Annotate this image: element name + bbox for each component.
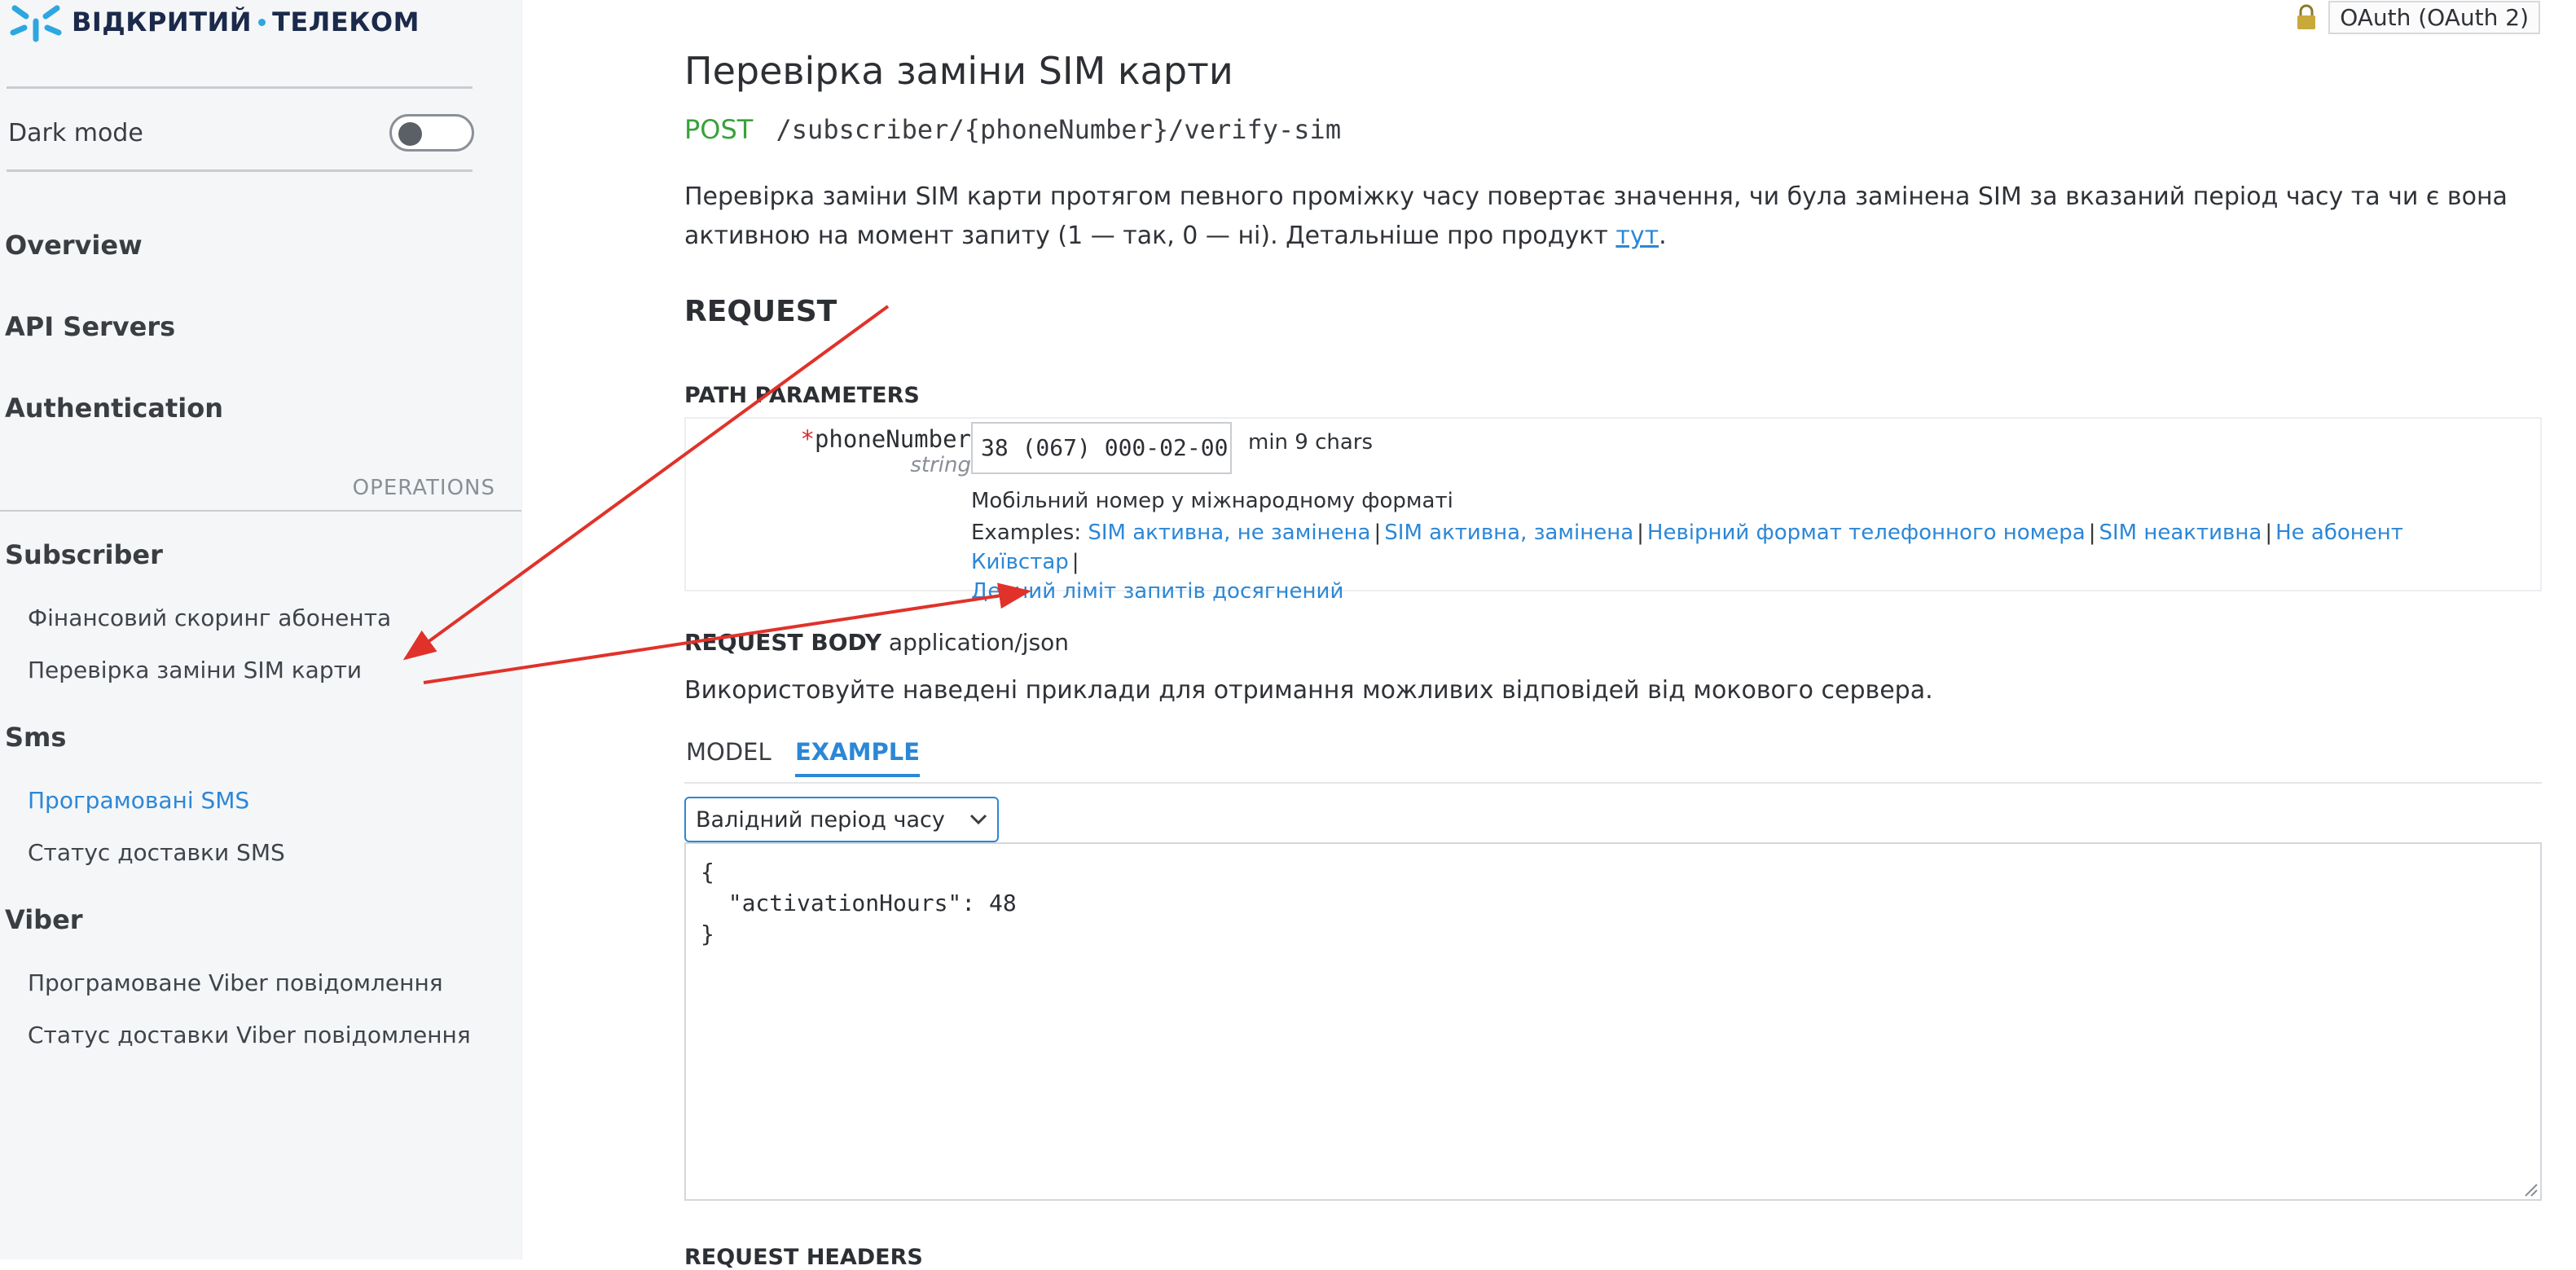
- request-body-label: REQUEST BODY application/json: [684, 629, 1069, 656]
- request-body-content-type: application/json: [888, 629, 1070, 656]
- dark-mode-label: Dark mode: [8, 118, 143, 147]
- brand-logo[interactable]: ВІДКРИТИЙ ТЕЛЕКОМ: [10, 0, 420, 44]
- param-name: *phoneNumber: [800, 425, 971, 453]
- operations-divider: [0, 510, 521, 512]
- example-code-editor[interactable]: { "activationHours": 48 }: [684, 842, 2542, 1201]
- logo-text: ВІДКРИТИЙ ТЕЛЕКОМ: [72, 7, 420, 37]
- endpoint: POST /subscriber/{phoneNumber}/verify-si…: [684, 114, 1341, 145]
- request-headers-label: REQUEST HEADERS: [684, 1245, 923, 1270]
- toggle-knob: [398, 122, 422, 146]
- example-link[interactable]: SIM неактивна: [2099, 521, 2262, 545]
- nav-overview[interactable]: Overview: [5, 230, 143, 261]
- chevron-down-icon: [969, 814, 987, 825]
- sidebar-item-programmed-viber[interactable]: Програмоване Viber повідомлення: [28, 969, 443, 996]
- body-tabs: MODEL EXAMPLE: [684, 738, 2542, 784]
- logo-dot: [258, 18, 266, 26]
- sidebar-item-programmed-sms[interactable]: Програмовані SMS: [28, 787, 249, 814]
- resize-handle-icon[interactable]: [2522, 1181, 2539, 1197]
- sidebar-divider: [7, 86, 473, 89]
- logo-text-left: ВІДКРИТИЙ: [72, 7, 253, 37]
- param-description: Мобільний номер у міжнародному форматі: [971, 489, 1453, 513]
- group-subscriber[interactable]: Subscriber: [5, 539, 163, 570]
- operation-description: Перевірка заміни SIM карти протягом певн…: [684, 178, 2558, 256]
- example-link[interactable]: SIM активна, не замінена: [1088, 521, 1370, 545]
- sidebar-item-sms-delivery-status[interactable]: Статус доставки SMS: [28, 839, 285, 866]
- param-name-text: phoneNumber: [814, 425, 971, 453]
- example-code: { "activationHours": 48 }: [701, 859, 1017, 947]
- dark-mode-row: Dark mode: [8, 114, 474, 152]
- sidebar-divider: [7, 169, 473, 172]
- sidebar-item-financial-scoring[interactable]: Фінансовий скоринг абонента: [28, 604, 391, 631]
- example-select[interactable]: Валідний період часу: [684, 797, 999, 842]
- group-viber[interactable]: Viber: [5, 904, 83, 935]
- description-text: Перевірка заміни SIM карти протягом певн…: [684, 182, 2508, 250]
- sidebar-item-viber-delivery-status[interactable]: Статус доставки Viber повідомлення: [28, 1022, 471, 1048]
- group-sms[interactable]: Sms: [5, 722, 66, 753]
- nav-authentication[interactable]: Authentication: [5, 393, 223, 424]
- required-mark: *: [800, 425, 815, 453]
- param-name-block: *phoneNumber string: [800, 425, 971, 477]
- description-end: .: [1659, 222, 1667, 250]
- tab-model[interactable]: MODEL: [686, 738, 771, 766]
- logo-text-right: ТЕЛЕКОМ: [272, 7, 420, 37]
- example-select-value: Валідний період часу: [696, 806, 945, 833]
- sidebar: ВІДКРИТИЙ ТЕЛЕКОМ Dark mode Overview API…: [0, 0, 522, 1259]
- example-link[interactable]: Невірний формат телефонного номера: [1647, 521, 2086, 545]
- param-examples: Examples: SIM активна, не замінена | SIM а…: [971, 521, 2403, 604]
- sidebar-item-verify-sim[interactable]: Перевірка заміни SIM карти: [28, 657, 362, 683]
- operation-title: Перевірка заміни SIM карти: [684, 49, 1233, 93]
- http-method: POST: [684, 114, 754, 145]
- description-link[interactable]: тут: [1615, 222, 1659, 250]
- examples-label: Examples:: [971, 521, 1082, 545]
- phone-number-input[interactable]: 38 (067) 000-02-00: [971, 422, 1232, 474]
- path-params-label: PATH PARAMETERS: [684, 383, 920, 408]
- tab-example[interactable]: EXAMPLE: [795, 738, 921, 777]
- request-body-description: Використовуйте наведені приклади для отр…: [684, 676, 1933, 705]
- auth-scheme-label: OAuth (OAuth 2): [2328, 0, 2540, 34]
- operations-label: OPERATIONS: [352, 476, 495, 500]
- example-link[interactable]: Денний ліміт запитів досягнений: [971, 579, 1343, 604]
- request-body-title: REQUEST BODY: [684, 629, 881, 656]
- lock-icon: [2297, 4, 2316, 29]
- path-params-box: *phoneNumber string 38 (067) 000-02-00 m…: [684, 417, 2542, 604]
- auth-badge[interactable]: OAuth (OAuth 2): [2296, 0, 2540, 34]
- example-link[interactable]: SIM активна, замінена: [1384, 521, 1633, 545]
- param-type: string: [910, 453, 971, 477]
- request-heading: REQUEST: [684, 295, 837, 328]
- endpoint-path: /subscriber/{phoneNumber}/verify-sim: [776, 114, 1342, 145]
- logo-icon: [10, 5, 62, 42]
- dark-mode-toggle[interactable]: [389, 114, 474, 152]
- nav-api-servers[interactable]: API Servers: [5, 311, 175, 342]
- param-constraint: min 9 chars: [1248, 430, 1374, 455]
